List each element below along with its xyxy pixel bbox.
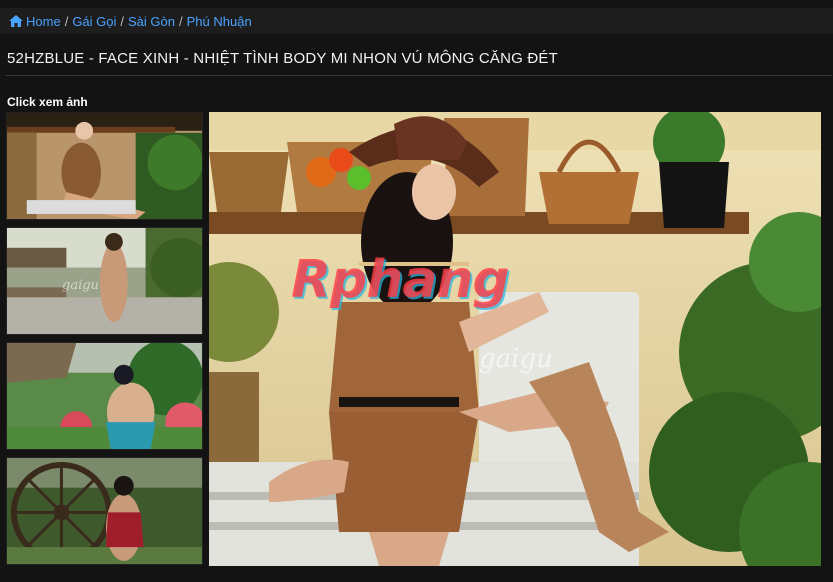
home-icon	[9, 15, 23, 27]
title-divider	[6, 75, 832, 76]
gallery-thumbnail-1[interactable]	[6, 112, 203, 220]
breadcrumb-separator: /	[179, 13, 183, 29]
gallery-thumbnail-3[interactable]	[6, 342, 203, 450]
gallery-label: Click xem ảnh	[7, 95, 88, 109]
main-photo-watermark-sub: gaigu	[479, 344, 553, 374]
breadcrumb-separator: /	[64, 13, 69, 29]
photo-thumbnail-3-icon	[7, 343, 202, 449]
breadcrumb-district-link[interactable]: Phú Nhuận	[187, 14, 252, 29]
photo-thumbnail-2-icon	[7, 228, 202, 334]
page-title: 52HZBLUE - FACE XINH - NHIỆT TÌNH BODY M…	[7, 50, 559, 67]
breadcrumb-category-link[interactable]: Gái Gọi	[72, 14, 116, 29]
breadcrumb-separator: /	[120, 13, 125, 29]
main-photo-image-icon	[209, 112, 821, 566]
main-photo-watermark: Rphang	[291, 250, 510, 310]
gallery-thumbnail-2[interactable]: gaigu	[6, 227, 203, 335]
gallery-thumbnail-4[interactable]	[6, 457, 203, 565]
main-gallery-photo[interactable]: Rphang gaigu	[209, 112, 821, 566]
breadcrumb-city-link[interactable]: Sài Gòn	[128, 14, 175, 29]
breadcrumb: Home / Gái Gọi / Sài Gòn / Phú Nhuận	[0, 8, 833, 34]
breadcrumb-home-link[interactable]: Home	[26, 14, 61, 29]
thumbnail-watermark: gaigu	[62, 278, 99, 293]
photo-thumbnail-1-icon	[7, 113, 202, 219]
photo-thumbnail-4-icon	[7, 458, 202, 564]
